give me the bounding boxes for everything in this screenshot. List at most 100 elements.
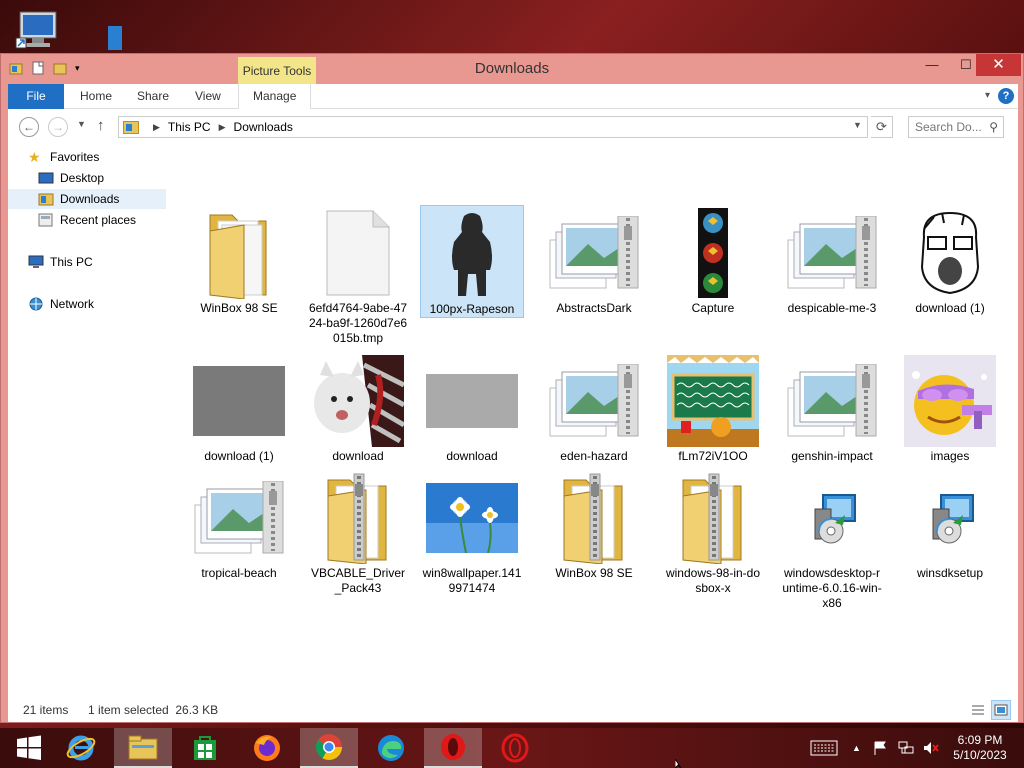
file-thumbnail-icon (661, 470, 765, 566)
store-icon[interactable] (176, 728, 234, 768)
show-hidden-icons-icon[interactable]: ▲ (852, 728, 861, 768)
file-item[interactable]: AbstractsDark (542, 205, 646, 316)
file-thumbnail-icon (898, 205, 1002, 301)
file-item[interactable]: download (420, 353, 524, 464)
file-item[interactable]: 6efd4764-9abe-4724-ba9f-1260d7e6015b.tmp (306, 205, 410, 346)
file-item[interactable]: winsdksetup (898, 470, 1002, 581)
minimize-button[interactable]: — (915, 54, 949, 76)
opera-icon[interactable] (424, 728, 482, 768)
file-name: 100px-Rapeson (429, 302, 515, 316)
action-center-flag-icon[interactable] (872, 728, 888, 768)
network-status-icon[interactable] (897, 728, 915, 768)
taskbar-clock[interactable]: 6:09 PM 5/10/2023 (948, 733, 1012, 763)
volume-muted-icon[interactable] (922, 728, 940, 768)
address-field[interactable]: ▶ This PC ▶ Downloads (118, 116, 868, 138)
firefox-icon[interactable] (238, 728, 296, 768)
breadcrumb-separator-icon[interactable]: ▶ (219, 122, 226, 133)
file-item[interactable]: 100px-Rapeson (420, 205, 524, 318)
address-bar-row: ← → ▼ ↑ ▶ This PC ▶ Downloads ▼ ⟳ Search… (8, 109, 1018, 143)
breadcrumb-separator-icon[interactable]: ▶ (153, 122, 160, 133)
nav-this-pc[interactable]: This PC (28, 252, 93, 272)
file-thumbnail-icon (306, 353, 410, 449)
file-item[interactable]: tropical-beach (187, 470, 291, 581)
up-button[interactable]: ↑ (97, 117, 105, 134)
refresh-button[interactable]: ⟳ (871, 116, 893, 138)
selection-info: 1 item selected 26.3 KB (88, 703, 219, 717)
file-name: genshin-impact (791, 449, 873, 463)
explorer-window: ▾ Picture Tools Downloads — ☐ ✕ File Hom… (0, 53, 1024, 723)
file-thumbnail-icon (780, 470, 884, 566)
file-item[interactable]: Capture (661, 205, 765, 316)
edge-icon[interactable] (362, 728, 420, 768)
file-name: windowsdesktop-runtime-6.0.16-win-x86 (782, 566, 882, 610)
breadcrumb-downloads[interactable]: Downloads (234, 120, 293, 134)
nav-favorites[interactable]: ★ Favorites (28, 147, 99, 167)
file-item[interactable]: despicable-me-3 (780, 205, 884, 316)
file-explorer-taskbar-icon[interactable] (114, 728, 172, 768)
breadcrumb-this-pc[interactable]: This PC (168, 120, 211, 134)
tab-home[interactable]: Home (66, 84, 126, 109)
nav-downloads[interactable]: Downloads (8, 189, 166, 209)
file-name: download (332, 449, 384, 463)
downloads-icon (38, 192, 54, 206)
back-button[interactable]: ← (19, 117, 39, 137)
file-thumbnail-icon (780, 205, 884, 301)
desktop-shortcut-icon[interactable] (108, 26, 122, 50)
file-thumbnail-icon (187, 205, 291, 301)
file-thumbnail-icon (306, 205, 410, 301)
help-icon[interactable]: ? (998, 88, 1014, 104)
nav-desktop[interactable]: Desktop (38, 168, 104, 188)
file-name: despicable-me-3 (787, 301, 877, 315)
clock-date: 5/10/2023 (953, 748, 1007, 762)
keyboard-icon[interactable] (810, 728, 838, 768)
file-list: WinBox 98 SE 6efd4764-9abe-4724-ba9f-1260… (168, 143, 1018, 698)
file-item[interactable]: download (306, 353, 410, 464)
details-view-icon[interactable] (968, 700, 988, 720)
nav-recent-places[interactable]: Recent places (38, 210, 136, 230)
desktop-icon (38, 171, 54, 185)
file-item[interactable]: eden-hazard (542, 353, 646, 464)
file-item[interactable]: WinBox 98 SE (542, 470, 646, 581)
status-bar: 21 items 1 item selected 26.3 KB (8, 698, 1018, 722)
file-item[interactable]: genshin-impact (780, 353, 884, 464)
file-thumbnail-icon (542, 470, 646, 566)
file-item[interactable]: download (1) (898, 205, 1002, 316)
file-thumbnail-icon (306, 470, 410, 566)
file-item[interactable]: win8wallpaper.1419971474 (420, 470, 524, 596)
file-thumbnail-icon (542, 353, 646, 449)
internet-explorer-icon[interactable] (52, 728, 110, 768)
close-button[interactable]: ✕ (976, 54, 1021, 76)
large-icons-view-icon[interactable] (991, 700, 1011, 720)
search-input[interactable]: Search Do... ⚲ (908, 116, 1004, 138)
file-thumbnail-icon (542, 205, 646, 301)
file-item[interactable]: VBCABLE_Driver_Pack43 (306, 470, 410, 596)
item-count: 21 items (23, 703, 69, 717)
chrome-icon[interactable] (300, 728, 358, 768)
expand-ribbon-icon[interactable]: ▾ (985, 90, 990, 101)
opera-gx-icon[interactable] (486, 728, 544, 768)
computer-icon (28, 255, 44, 269)
tab-view[interactable]: View (181, 84, 235, 109)
start-button[interactable] (0, 728, 58, 768)
tab-manage[interactable]: Manage (238, 84, 312, 109)
file-item[interactable]: windowsdesktop-runtime-6.0.16-win-x86 (780, 470, 884, 611)
forward-button[interactable]: → (48, 117, 68, 137)
nav-network[interactable]: Network (28, 294, 94, 314)
file-item[interactable]: download (1) (187, 353, 291, 464)
file-name: VBCABLE_Driver_Pack43 (310, 566, 406, 595)
file-thumbnail-icon (187, 470, 291, 566)
file-name: WinBox 98 SE (200, 301, 278, 315)
tab-file[interactable]: File (8, 84, 64, 109)
recent-locations-icon[interactable]: ▼ (77, 119, 86, 129)
file-name: download (446, 449, 498, 463)
tab-share[interactable]: Share (123, 84, 183, 109)
file-item[interactable]: windows-98-in-dosbox-x (661, 470, 765, 596)
file-item[interactable]: WinBox 98 SE (187, 205, 291, 316)
this-pc-desktop-icon[interactable] (14, 8, 62, 52)
file-item[interactable]: fLm72iV1OO (661, 353, 765, 464)
address-dropdown-icon[interactable]: ▼ (853, 120, 862, 130)
file-item[interactable]: images (898, 353, 1002, 464)
file-thumbnail-icon (420, 470, 524, 566)
network-icon (28, 297, 44, 311)
file-thumbnail-icon (780, 353, 884, 449)
